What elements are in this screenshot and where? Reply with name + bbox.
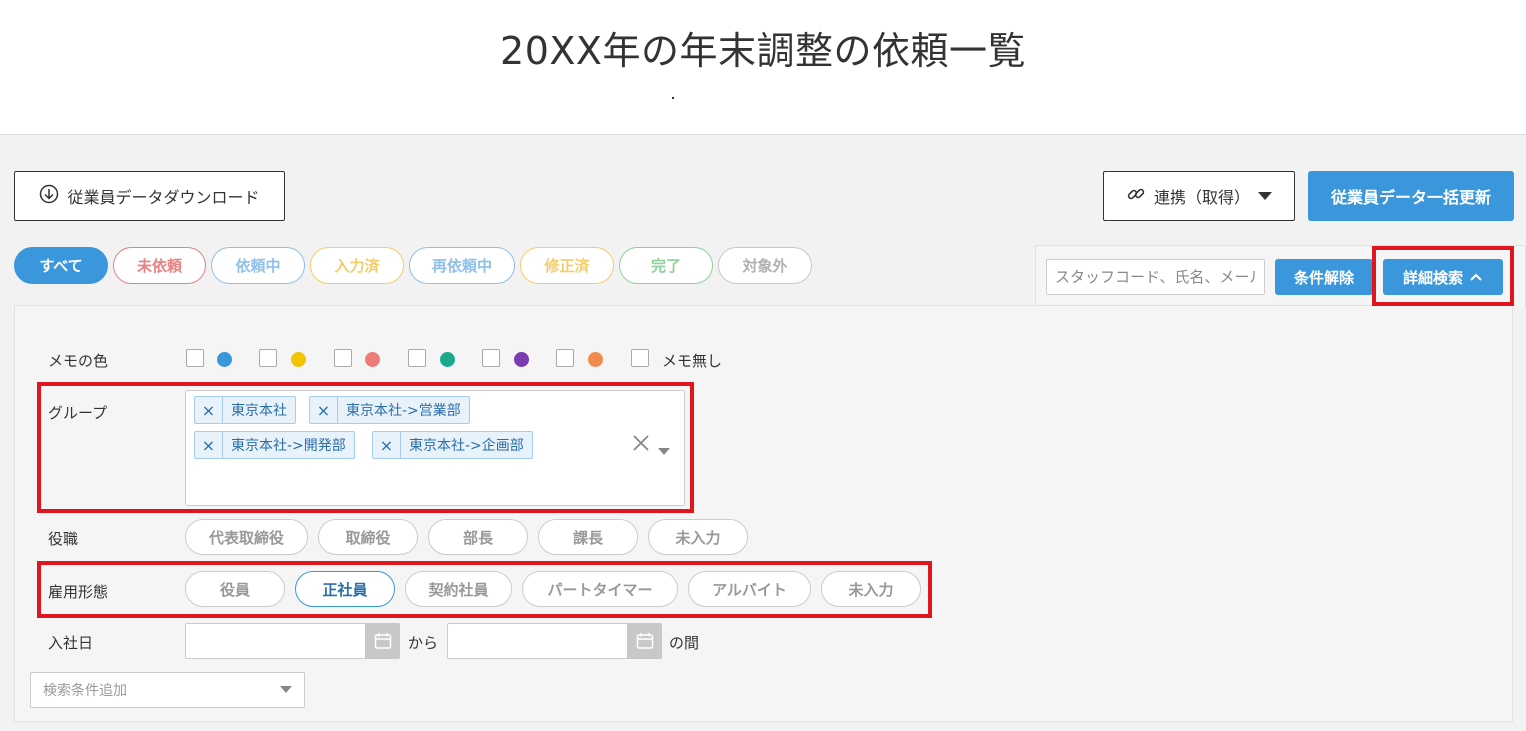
add-condition-placeholder: 検索条件追加 (43, 683, 127, 699)
position-option-label: 取締役 (345, 528, 391, 547)
status-filter-entered[interactable]: 入力済 (310, 247, 404, 284)
clear-conditions-label: 条件解除 (1293, 268, 1354, 287)
group-tag: × 東京本社 (194, 396, 296, 424)
chevron-up-icon (1469, 268, 1483, 286)
memo-color-checkbox-blue[interactable] (186, 349, 204, 367)
employment-type-option[interactable]: パートタイマー (522, 571, 678, 607)
link-icon (1126, 184, 1146, 208)
memo-color-label: メモの色 (48, 352, 109, 370)
status-label: 再依頼中 (431, 257, 492, 275)
position-option[interactable]: 課長 (538, 519, 638, 555)
position-option[interactable]: 部長 (428, 519, 528, 555)
employee-data-download-button[interactable]: 従業員データダウンロード (14, 171, 285, 221)
advanced-search-panel (14, 305, 1513, 722)
calendar-icon[interactable] (627, 623, 662, 659)
hire-date-to-input[interactable] (447, 623, 628, 659)
hire-date-label: 入社日 (48, 634, 94, 652)
close-icon[interactable]: × (310, 397, 338, 423)
status-filter-corrected[interactable]: 修正済 (520, 247, 614, 284)
close-icon[interactable]: × (195, 397, 223, 423)
group-tag-label: 東京本社->企画部 (409, 438, 524, 454)
no-memo-checkbox[interactable] (631, 349, 649, 367)
employment-type-option-label: 正社員 (322, 580, 368, 599)
employment-type-option-label: 未入力 (848, 580, 894, 599)
close-icon[interactable]: × (195, 432, 223, 458)
group-label: グループ (48, 404, 108, 422)
memo-color-checkbox-red[interactable] (334, 349, 352, 367)
clear-conditions-button[interactable]: 条件解除 (1275, 259, 1373, 295)
status-label: 対象外 (742, 257, 788, 275)
search-input[interactable] (1046, 259, 1265, 295)
add-condition-select[interactable]: 検索条件追加 (30, 672, 305, 708)
memo-color-orange-dot (588, 352, 603, 367)
position-option-label: 代表取締役 (208, 528, 284, 547)
clear-all-icon[interactable] (632, 434, 650, 456)
group-tag-label: 東京本社->開発部 (231, 438, 346, 454)
page-title: 20XX年の年末調整の依頼一覧 (500, 29, 1026, 73)
status-filter-all[interactable]: すべて (14, 247, 108, 284)
position-option-label: 部長 (462, 528, 493, 547)
status-filter-requesting[interactable]: 依頼中 (211, 247, 305, 284)
status-filter-not-requested[interactable]: 未依頼 (113, 247, 206, 284)
bulk-update-label: 従業員データ一括更新 (1330, 188, 1491, 207)
no-memo-label: メモ無し (662, 352, 723, 370)
decorative-dot (672, 97, 674, 99)
status-filter-excluded[interactable]: 対象外 (718, 247, 812, 284)
group-tag-label: 東京本社 (231, 403, 287, 419)
memo-color-checkbox-orange[interactable] (556, 349, 574, 367)
status-label: 完了 (650, 257, 681, 275)
sync-label: 連携（取得） (1153, 188, 1250, 207)
memo-color-checkbox-yellow[interactable] (259, 349, 277, 367)
status-label: 依頼中 (235, 257, 281, 275)
employment-type-option-label: 役員 (219, 580, 250, 599)
employment-type-option-selected[interactable]: 正社員 (295, 571, 395, 607)
memo-color-blue-dot (217, 352, 232, 367)
position-option[interactable]: 代表取締役 (185, 519, 308, 555)
bulk-update-button[interactable]: 従業員データ一括更新 (1308, 171, 1514, 221)
position-option[interactable]: 未入力 (648, 519, 748, 555)
status-label: 修正済 (544, 257, 590, 275)
employment-type-label: 雇用形態 (48, 583, 109, 601)
advanced-search-label: 詳細検索 (1402, 268, 1463, 287)
page-header: 20XX年の年末調整の依頼一覧 (0, 0, 1526, 135)
status-filter-rerequesting[interactable]: 再依頼中 (409, 247, 515, 284)
status-label: 未依頼 (136, 257, 182, 275)
employment-type-option-label: パートタイマー (547, 580, 653, 599)
group-tag-label: 東京本社->営業部 (346, 403, 461, 419)
calendar-icon[interactable] (365, 623, 400, 659)
status-label: 入力済 (334, 257, 380, 275)
caret-down-icon (280, 682, 292, 698)
close-icon[interactable]: × (373, 432, 401, 458)
memo-color-green-dot (440, 352, 455, 367)
hire-date-from-label: から (408, 634, 439, 652)
employment-type-option[interactable]: 役員 (185, 571, 285, 607)
group-tag: × 東京本社->開発部 (194, 431, 355, 459)
position-label: 役職 (48, 530, 79, 548)
employment-type-option[interactable]: アルバイト (688, 571, 811, 607)
status-filter-completed[interactable]: 完了 (619, 247, 713, 284)
download-icon (39, 184, 59, 208)
memo-color-purple-dot (514, 352, 529, 367)
sync-dropdown-button[interactable]: 連携（取得） (1103, 171, 1295, 221)
download-label: 従業員データダウンロード (67, 188, 260, 207)
position-option-label: 課長 (572, 528, 603, 547)
memo-color-checkbox-green[interactable] (408, 349, 426, 367)
employment-type-option[interactable]: 未入力 (821, 571, 921, 607)
caret-down-icon (1258, 187, 1272, 206)
memo-color-red-dot (365, 352, 380, 367)
group-tag: × 東京本社->企画部 (372, 431, 533, 459)
employment-type-option-label: アルバイト (712, 580, 787, 599)
position-option-label: 未入力 (675, 528, 721, 547)
memo-color-yellow-dot (291, 352, 306, 367)
memo-color-checkbox-purple[interactable] (482, 349, 500, 367)
advanced-search-toggle-button[interactable]: 詳細検索 (1383, 259, 1503, 295)
hire-date-between-label: の間 (669, 634, 700, 652)
caret-down-icon[interactable] (658, 441, 670, 460)
employment-type-option[interactable]: 契約社員 (405, 571, 512, 607)
group-tag: × 東京本社->営業部 (309, 396, 470, 424)
employment-type-option-label: 契約社員 (428, 580, 489, 599)
status-label: すべて (39, 257, 83, 275)
hire-date-from-input[interactable] (185, 623, 366, 659)
position-option[interactable]: 取締役 (318, 519, 418, 555)
